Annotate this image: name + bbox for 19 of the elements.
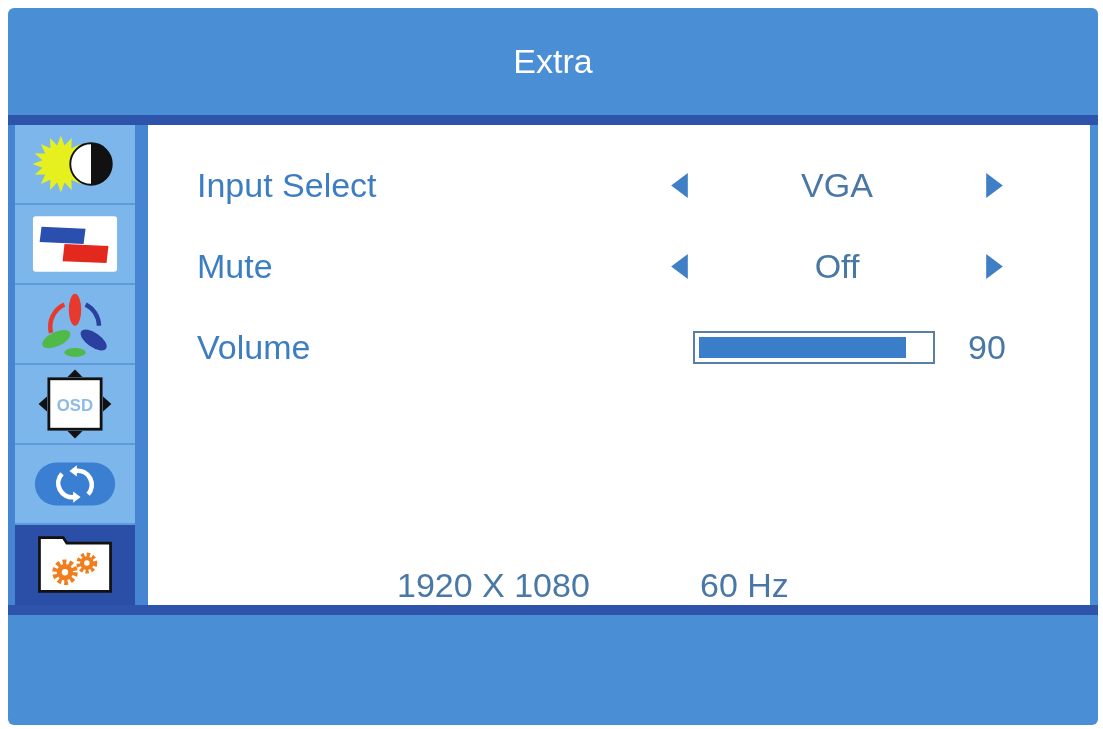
menu-title: Extra — [513, 41, 593, 82]
setting-label: Input Select — [197, 165, 378, 206]
sidebar-item[interactable]: OSD — [15, 365, 135, 445]
setting-label: Mute — [197, 246, 274, 287]
right-arrow-icon[interactable] — [986, 254, 1003, 279]
volume-slider[interactable] — [693, 331, 935, 364]
volume-reading: 90 — [968, 327, 1006, 368]
refresh-rate-text: 60 Hz — [700, 564, 789, 606]
rectangles-icon — [32, 215, 118, 273]
resolution-text: 1920 X 1080 — [397, 564, 591, 606]
right-arrow-icon[interactable] — [986, 173, 1003, 198]
setting-value: Off — [813, 246, 861, 287]
left-arrow-icon[interactable] — [671, 254, 688, 279]
sidebar-item[interactable] — [15, 525, 135, 605]
left-arrow-icon[interactable] — [671, 173, 688, 198]
sidebar-item[interactable] — [15, 125, 135, 205]
setting-value: VGA — [800, 165, 874, 206]
sidebar-item[interactable] — [15, 205, 135, 285]
setting-label: Volume — [197, 327, 312, 368]
